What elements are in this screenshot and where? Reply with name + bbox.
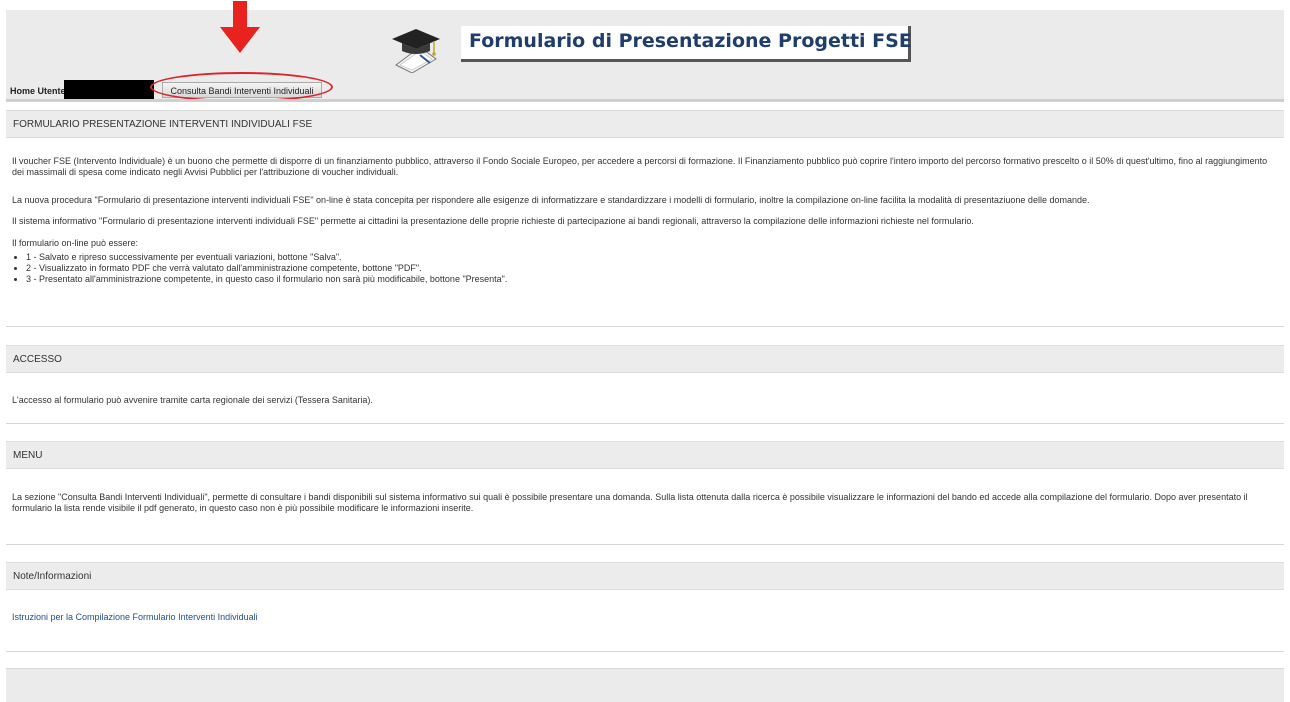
section-title-formulario: FORMULARIO PRESENTAZIONE INTERVENTI INDI… [13, 119, 313, 130]
istruzioni-compilazione-link[interactable]: Istruzioni per la Compilazione Formulari… [12, 612, 258, 622]
paragraph-menu: La sezione "Consulta Bandi Interventi In… [12, 492, 1248, 513]
footer-band [6, 668, 1284, 702]
home-user-label: Home Utente: [10, 86, 69, 96]
section-header-note: Note/Informazioni [6, 562, 1284, 590]
section-divider [6, 544, 1284, 545]
list-item: 1 - Salvato e ripreso successivamente pe… [26, 252, 507, 263]
section-header-formulario: FORMULARIO PRESENTAZIONE INTERVENTI INDI… [6, 110, 1284, 138]
section-title-menu: MENU [13, 450, 43, 461]
paragraph-sistema: Il sistema informativo "Formulario di pr… [12, 216, 974, 226]
section-divider [6, 423, 1284, 424]
list-item: 2 - Visualizzato in formato PDF che verr… [26, 263, 507, 274]
section-header-accesso: ACCESSO [6, 345, 1284, 373]
paragraph-accesso: L'accesso al formulario può avvenire tra… [12, 395, 373, 405]
section-divider [6, 651, 1284, 652]
paragraph-voucher: Il voucher FSE (Intervento Individuale) … [12, 156, 1268, 177]
page-title-box: Formulario di Presentazione Progetti FSE [461, 26, 912, 62]
redacted-user-name [64, 80, 154, 99]
header-divider [6, 99, 1284, 102]
consulta-bandi-button[interactable]: Consulta Bandi Interventi Individuali [162, 82, 322, 98]
section-divider [6, 326, 1284, 327]
formulario-options-list: 1 - Salvato e ripreso successivamente pe… [12, 252, 507, 285]
section-header-menu: MENU [6, 441, 1284, 469]
graduation-cap-diploma-icon [392, 29, 440, 73]
paragraph-formulario-online: Il formulario on-line può essere: [12, 238, 139, 248]
section-title-note: Note/Informazioni [13, 571, 92, 582]
section-title-accesso: ACCESSO [13, 354, 62, 365]
red-arrow-down-icon [220, 1, 260, 53]
paragraph-procedura: La nuova procedura "Formulario di presen… [12, 195, 1090, 205]
page-title: Formulario di Presentazione Progetti FSE [469, 30, 912, 52]
list-item: 3 - Presentato all'amministrazione compe… [26, 274, 507, 285]
page: Formulario di Presentazione Progetti FSE… [0, 0, 1290, 702]
home-row: Home Utente: Consulta Bandi Interventi I… [0, 80, 1290, 99]
